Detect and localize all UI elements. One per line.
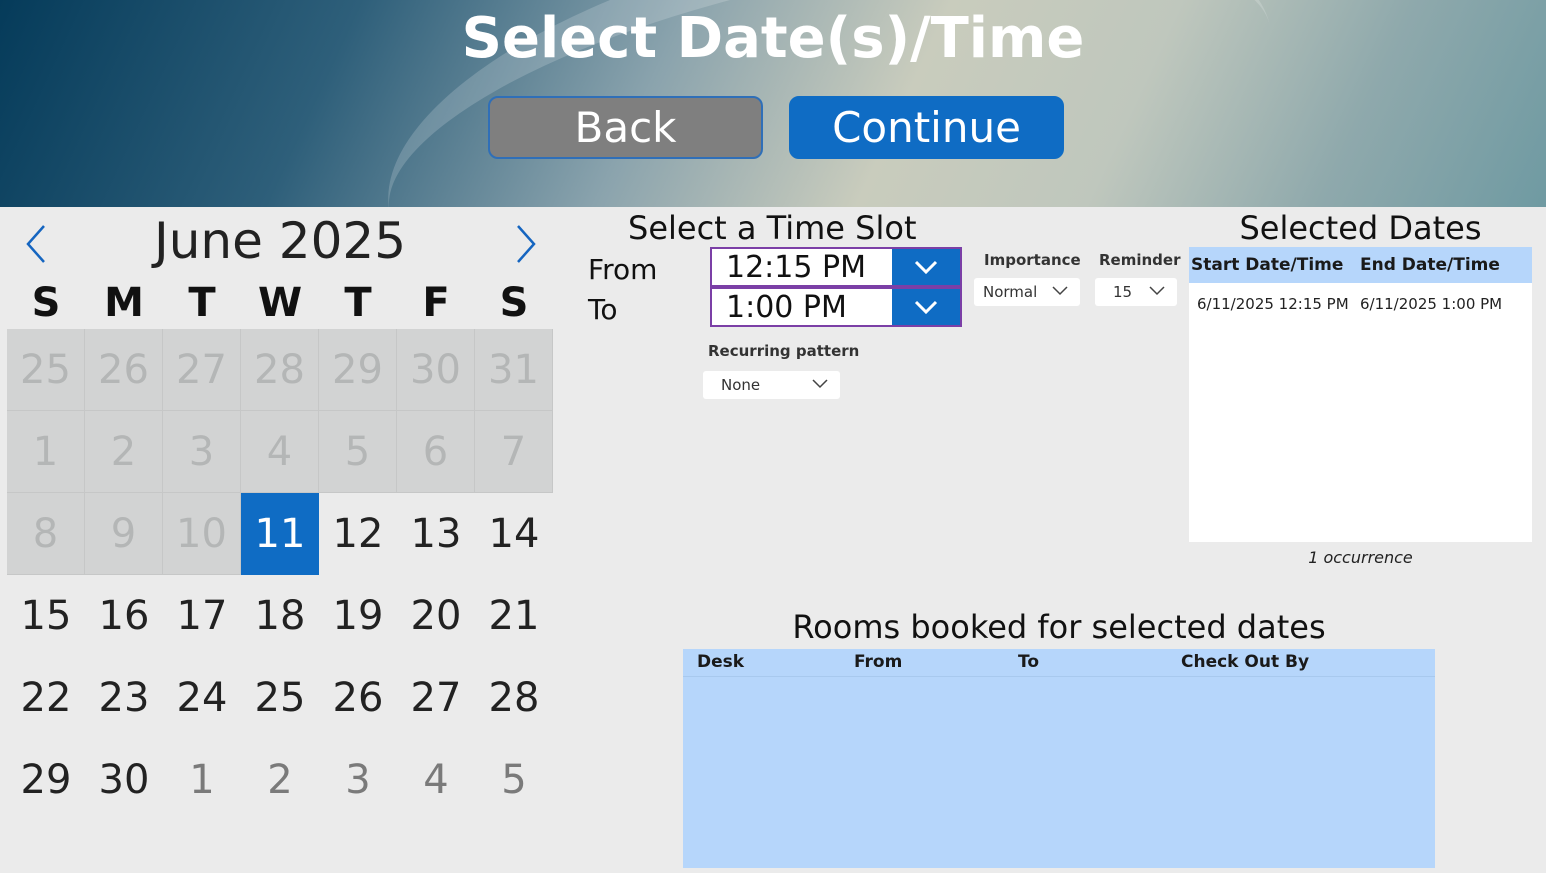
selected-dates-title: Selected Dates	[1239, 209, 1482, 247]
from-time-picker[interactable]: 12:15 PM	[710, 247, 962, 287]
weekday-label: T	[344, 280, 372, 326]
continue-button[interactable]: Continue	[789, 96, 1064, 159]
weekday-label: S	[499, 280, 529, 326]
weekday-label: W	[257, 280, 303, 326]
to-time-value[interactable]: 1:00 PM	[712, 289, 892, 325]
importance-value: Normal	[983, 283, 1038, 301]
calendar-day-selected[interactable]: 11	[241, 493, 319, 575]
calendar-day[interactable]: 29	[319, 329, 397, 411]
table-row[interactable]: 6/11/2025 12:15 PM 6/11/2025 1:00 PM	[1189, 295, 1532, 313]
calendar-day[interactable]: 6	[397, 411, 475, 493]
calendar-day[interactable]: 4	[397, 739, 475, 821]
occurrence-count: 1 occurrence	[1308, 548, 1413, 567]
start-datetime-cell: 6/11/2025 12:15 PM	[1197, 295, 1349, 313]
calendar-day[interactable]: 7	[475, 411, 553, 493]
calendar-day[interactable]: 30	[85, 739, 163, 821]
calendar-day[interactable]: 8	[7, 493, 85, 575]
header-banner: Select Date(s)/Time Back Continue	[0, 0, 1546, 207]
recurring-pattern-label: Recurring pattern	[708, 342, 860, 360]
to-time-picker[interactable]: 1:00 PM	[710, 287, 962, 327]
calendar-day[interactable]: 1	[163, 739, 241, 821]
calendar-next-button[interactable]	[506, 220, 546, 268]
from-time-dropdown-button[interactable]	[892, 249, 960, 285]
calendar-day[interactable]: 26	[85, 329, 163, 411]
calendar-day[interactable]: 21	[475, 575, 553, 657]
weekday-label: M	[104, 280, 144, 326]
column-header-desk: Desk	[697, 652, 745, 672]
reminder-select[interactable]: 15	[1095, 278, 1177, 306]
back-button[interactable]: Back	[488, 96, 763, 159]
calendar-prev-button[interactable]	[16, 220, 56, 268]
weekday-label: F	[422, 280, 450, 326]
weekday-label: T	[188, 280, 216, 326]
column-header-end: End Date/Time	[1360, 255, 1500, 275]
chevron-down-icon	[1052, 286, 1068, 296]
calendar-day[interactable]: 30	[397, 329, 475, 411]
to-time-dropdown-button[interactable]	[892, 289, 960, 325]
column-header-start: Start Date/Time	[1191, 255, 1344, 275]
calendar-day[interactable]: 3	[319, 739, 397, 821]
column-header-to: To	[1018, 652, 1040, 672]
calendar-day[interactable]: 14	[475, 493, 553, 575]
reminder-label: Reminder	[1099, 251, 1181, 269]
calendar-day[interactable]: 2	[241, 739, 319, 821]
calendar-day[interactable]: 22	[7, 657, 85, 739]
rooms-booked-table: Desk From To Check Out By	[683, 649, 1435, 868]
reminder-value: 15	[1113, 283, 1133, 301]
weekday-label: S	[31, 280, 61, 326]
chevron-down-icon	[812, 379, 828, 389]
calendar-day[interactable]: 25	[7, 329, 85, 411]
calendar-day[interactable]: 29	[7, 739, 85, 821]
chevron-left-icon	[26, 225, 45, 263]
calendar-day[interactable]: 27	[397, 657, 475, 739]
calendar-day[interactable]: 13	[397, 493, 475, 575]
calendar-day[interactable]: 18	[241, 575, 319, 657]
rooms-table-header: Desk From To Check Out By	[683, 649, 1435, 677]
recurring-pattern-select[interactable]: None	[703, 371, 840, 399]
chevron-down-icon	[1149, 286, 1165, 296]
calendar-day[interactable]: 17	[163, 575, 241, 657]
importance-label: Importance	[984, 251, 1081, 269]
calendar-day[interactable]: 27	[163, 329, 241, 411]
column-header-check-out-by: Check Out By	[1181, 652, 1310, 672]
calendar-day[interactable]: 31	[475, 329, 553, 411]
importance-select[interactable]: Normal	[974, 278, 1080, 306]
calendar-day[interactable]: 2	[85, 411, 163, 493]
chevron-down-icon	[914, 260, 938, 274]
chevron-right-icon	[517, 225, 536, 263]
calendar-day[interactable]: 16	[85, 575, 163, 657]
calendar-day[interactable]: 28	[475, 657, 553, 739]
calendar-day[interactable]: 28	[241, 329, 319, 411]
calendar-day[interactable]: 12	[319, 493, 397, 575]
column-header-from: From	[854, 652, 903, 672]
calendar-day[interactable]: 3	[163, 411, 241, 493]
selected-dates-header: Start Date/Time End Date/Time	[1189, 247, 1532, 283]
from-time-value[interactable]: 12:15 PM	[712, 249, 892, 285]
end-datetime-cell: 6/11/2025 1:00 PM	[1360, 295, 1503, 313]
calendar-day[interactable]: 5	[319, 411, 397, 493]
recurring-pattern-value: None	[721, 376, 761, 394]
calendar-day[interactable]: 26	[319, 657, 397, 739]
calendar-day[interactable]: 15	[7, 575, 85, 657]
calendar-day[interactable]: 9	[85, 493, 163, 575]
calendar-day[interactable]: 19	[319, 575, 397, 657]
selected-dates-table: Start Date/Time End Date/Time 6/11/2025 …	[1189, 247, 1532, 542]
from-label: From	[588, 253, 658, 286]
calendar-day[interactable]: 5	[475, 739, 553, 821]
calendar-day[interactable]: 4	[241, 411, 319, 493]
calendar-day[interactable]: 10	[163, 493, 241, 575]
chevron-down-icon	[914, 300, 938, 314]
to-label: To	[588, 293, 618, 326]
calendar-day[interactable]: 1	[7, 411, 85, 493]
time-slot-title: Select a Time Slot	[628, 209, 917, 247]
calendar-month-label: June 2025	[153, 212, 407, 270]
calendar-day[interactable]: 23	[85, 657, 163, 739]
calendar-day[interactable]: 20	[397, 575, 475, 657]
calendar-day[interactable]: 25	[241, 657, 319, 739]
calendar-day[interactable]: 24	[163, 657, 241, 739]
page-title: Select Date(s)/Time	[461, 6, 1085, 71]
rooms-booked-title: Rooms booked for selected dates	[792, 608, 1326, 646]
